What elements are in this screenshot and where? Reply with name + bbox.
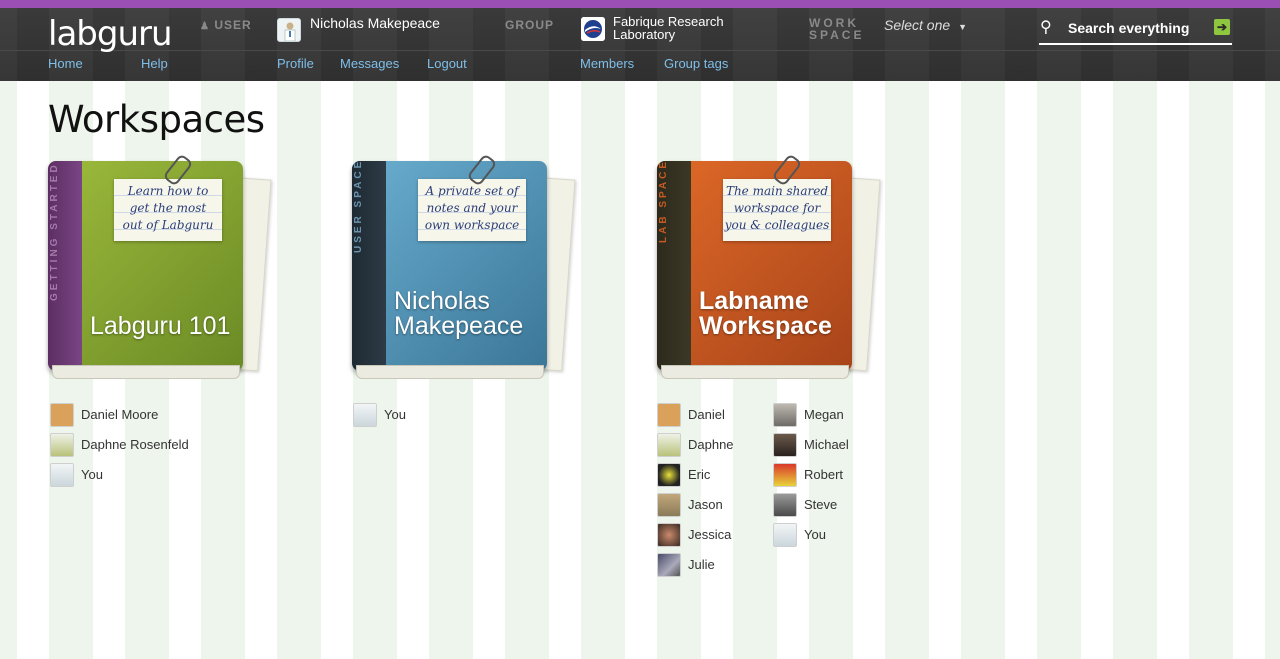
nav-members[interactable]: Members <box>580 56 634 71</box>
avatar <box>657 553 681 577</box>
avatar <box>50 403 74 427</box>
nav-messages[interactable]: Messages <box>340 56 399 71</box>
nav-help[interactable]: Help <box>141 56 168 71</box>
group-name[interactable]: Fabrique Research Laboratory <box>613 15 753 41</box>
book-title: Nicholas Makepeace <box>394 287 524 340</box>
avatar <box>657 463 681 487</box>
avatar <box>50 463 74 487</box>
avatar <box>773 493 797 517</box>
search-bar[interactable]: ⚲ Search everything ➔ <box>1039 17 1232 45</box>
nav-group-tags[interactable]: Group tags <box>664 56 728 71</box>
page-title: Workspaces <box>48 98 265 141</box>
user-name[interactable]: Nicholas Makepeace <box>310 15 440 31</box>
group-logo-icon <box>581 17 605 41</box>
avatar <box>773 403 797 427</box>
book-spine-label: GETTING STARTED <box>49 162 60 301</box>
avatar <box>657 493 681 517</box>
nav-profile[interactable]: Profile <box>277 56 314 71</box>
nav-logout[interactable]: Logout <box>427 56 467 71</box>
book-spine-label: USER SPACE <box>353 161 364 253</box>
book-title: Labname Workspace <box>699 287 832 340</box>
avatar <box>353 403 377 427</box>
workspace-book-user-space[interactable]: USER SPACE A private set of notes and yo… <box>352 153 577 385</box>
avatar <box>773 523 797 547</box>
user-icon: ♟ <box>200 21 210 32</box>
book-note: A private set of notes and your own work… <box>418 179 526 241</box>
workspace-book-getting-started[interactable]: GETTING STARTED Learn how to get the mos… <box>48 153 273 385</box>
search-input[interactable]: Search everything <box>1068 20 1189 36</box>
group-label: GROUP <box>505 18 555 32</box>
workspace-select[interactable]: Select one ▼ <box>884 17 967 33</box>
book-title: Labguru 101 <box>90 312 231 340</box>
avatar <box>657 403 681 427</box>
user-label: ♟ USER <box>200 18 252 32</box>
caret-down-icon: ▼ <box>958 22 967 32</box>
search-go-icon[interactable]: ➔ <box>1214 19 1230 35</box>
avatar <box>657 433 681 457</box>
search-icon[interactable]: ⚲ <box>1040 17 1052 37</box>
book-note: The main shared workspace for you & coll… <box>723 179 831 241</box>
workspace-book-lab-space[interactable]: LAB SPACE The main shared workspace for … <box>657 153 882 385</box>
avatar <box>50 433 74 457</box>
workspace-label: WORK SPACE <box>809 16 865 42</box>
avatar <box>657 523 681 547</box>
user-avatar[interactable] <box>277 18 301 42</box>
top-navigation-bar: labguru ♟ USER Nicholas Makepeace GROUP … <box>0 8 1280 81</box>
book-note: Learn how to get the most out of Labguru <box>114 179 222 241</box>
top-accent-bar <box>0 0 1280 8</box>
book-spine-label: LAB SPACE <box>658 161 669 243</box>
nav-home[interactable]: Home <box>48 56 83 71</box>
avatar <box>773 463 797 487</box>
avatar <box>773 433 797 457</box>
labguru-logo[interactable]: labguru <box>48 14 173 54</box>
